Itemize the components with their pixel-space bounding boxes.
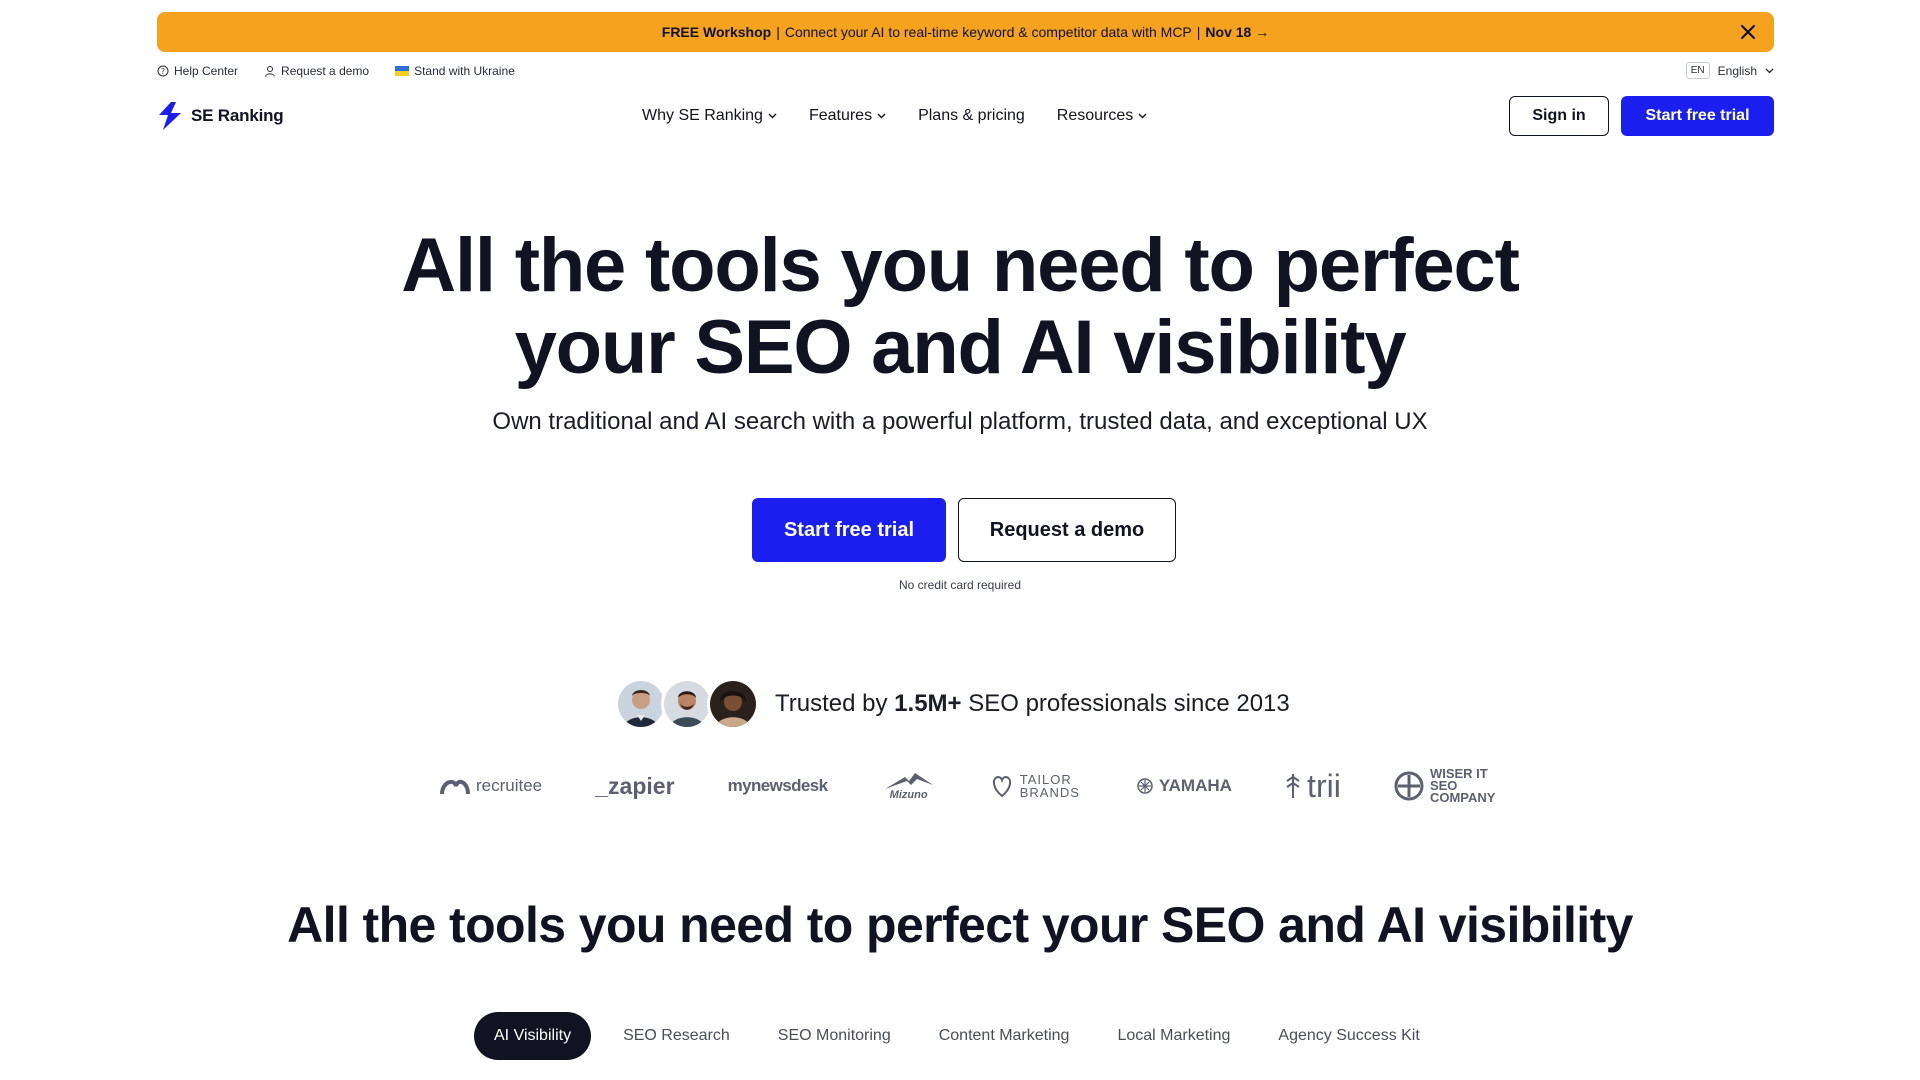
nav-menu: Why SE Ranking Features Plans & pricing …: [642, 107, 1147, 125]
tab-seo-research[interactable]: SEO Research: [599, 1012, 754, 1060]
avatar-group: [615, 678, 759, 730]
avatar: [661, 678, 713, 730]
promo-free-label: FREE Workshop: [661, 24, 772, 40]
recruitee-logo: recruitee: [440, 776, 542, 796]
chevron-down-icon: [877, 113, 886, 119]
se-ranking-logo-icon: [159, 102, 181, 130]
logo-text: WISER IT SEO COMPANY: [1429, 766, 1496, 805]
request-demo-link[interactable]: Request a demo: [264, 64, 369, 78]
logo-text: TAILOR BRANDS: [1019, 772, 1080, 800]
tab-content-marketing[interactable]: Content Marketing: [915, 1012, 1094, 1060]
tab-ai-visibility[interactable]: AI Visibility: [474, 1012, 592, 1060]
language-selector[interactable]: EN English: [1685, 62, 1774, 79]
chevron-down-icon: [1765, 68, 1774, 73]
ukraine-flag-icon: [395, 66, 410, 76]
tab-seo-monitoring[interactable]: SEO Monitoring: [754, 1012, 915, 1060]
logo-text: SE Ranking: [191, 106, 284, 125]
tab-agency-success-kit[interactable]: Agency Success Kit: [1254, 1012, 1443, 1060]
help-icon: ?: [157, 65, 169, 77]
logo-text: trii: [1307, 767, 1341, 804]
promo-date: Nov 18 →: [1205, 24, 1270, 40]
ukraine-link[interactable]: Stand with Ukraine: [395, 64, 515, 78]
logo[interactable]: SE Ranking: [157, 101, 284, 131]
menu-resources[interactable]: Resources: [1057, 107, 1147, 125]
sign-in-button[interactable]: Sign in: [1509, 96, 1609, 136]
client-logos: recruitee _zapier mynewsdesk Mizuno TAIL…: [440, 766, 1500, 806]
promo-banner[interactable]: FREE Workshop | Connect your AI to real-…: [157, 12, 1774, 52]
chevron-down-icon: [1138, 113, 1147, 119]
trusted-suffix: SEO professionals since 2013: [968, 690, 1290, 717]
tailor-brands-logo: TAILOR BRANDS: [990, 773, 1084, 799]
logo-text: recruitee: [476, 776, 543, 795]
user-icon: [265, 66, 276, 77]
help-center-link[interactable]: ? Help Center: [157, 64, 238, 78]
trusted-strip: Trusted by 1.5M+ SEO professionals since…: [615, 676, 1290, 732]
menu-label: Features: [808, 107, 873, 124]
menu-features[interactable]: Features: [809, 107, 886, 125]
promo-message: Connect your AI to real-time keyword & c…: [784, 24, 1192, 40]
trii-logo: trii: [1285, 768, 1341, 805]
menu-label: Why SE Ranking: [642, 107, 763, 124]
utility-bar: ? Help Center Request a demo Stand with …: [157, 62, 1774, 84]
menu-label: Plans & pricing: [918, 107, 1025, 124]
start-free-trial-button[interactable]: Start free trial: [752, 498, 946, 562]
main-nav: SE Ranking Why SE Ranking Features Plans…: [157, 96, 1774, 138]
logo-text: YAMAHA: [1158, 776, 1232, 795]
logo-text: Mizuno: [889, 789, 928, 801]
no-credit-card-note: No credit card required: [898, 578, 1022, 592]
logo-text: mynewsdesk: [727, 776, 828, 795]
hero-title: All the tools you need to perfect your S…: [0, 225, 1920, 389]
avatar: [615, 678, 667, 730]
trusted-prefix: Trusted by: [775, 690, 888, 717]
feature-tabs: AI Visibility SEO Research SEO Monitorin…: [474, 1012, 1444, 1060]
request-demo-label: Request a demo: [281, 64, 370, 78]
promo-separator: |: [1196, 24, 1201, 40]
section-title: All the tools you need to perfect your S…: [287, 897, 1633, 953]
tab-local-marketing[interactable]: Local Marketing: [1093, 1012, 1254, 1060]
mynewsdesk-logo: mynewsdesk: [728, 776, 828, 796]
hero-title-line: your SEO and AI visibility: [514, 305, 1407, 390]
menu-why-se-ranking[interactable]: Why SE Ranking: [642, 107, 777, 125]
menu-plans-pricing[interactable]: Plans & pricing: [918, 107, 1025, 125]
menu-label: Resources: [1056, 107, 1134, 124]
request-demo-button[interactable]: Request a demo: [958, 498, 1176, 562]
help-center-label: Help Center: [174, 64, 239, 78]
language-code: EN: [1685, 62, 1710, 79]
yamaha-logo: YAMAHA: [1137, 776, 1232, 796]
svg-text:?: ?: [161, 67, 165, 76]
wiser-it-logo: WISER IT SEO COMPANY: [1394, 766, 1500, 805]
trusted-text: Trusted by 1.5M+ SEO professionals since…: [775, 690, 1290, 718]
hero-title-line: All the tools you need to perfect: [401, 223, 1520, 308]
nav-start-trial-button[interactable]: Start free trial: [1621, 96, 1774, 136]
logo-text: _zapier: [595, 772, 675, 799]
hero-subtitle: Own traditional and AI search with a pow…: [492, 408, 1428, 435]
language-label: English: [1717, 63, 1757, 78]
ukraine-label: Stand with Ukraine: [414, 64, 515, 78]
chevron-down-icon: [768, 113, 777, 119]
close-icon[interactable]: [1736, 20, 1760, 44]
avatar: [707, 678, 759, 730]
mizuno-logo: Mizuno: [881, 771, 937, 801]
trusted-count: 1.5M+: [894, 690, 962, 717]
zapier-logo: _zapier: [595, 773, 674, 800]
promo-separator: |: [776, 24, 780, 40]
